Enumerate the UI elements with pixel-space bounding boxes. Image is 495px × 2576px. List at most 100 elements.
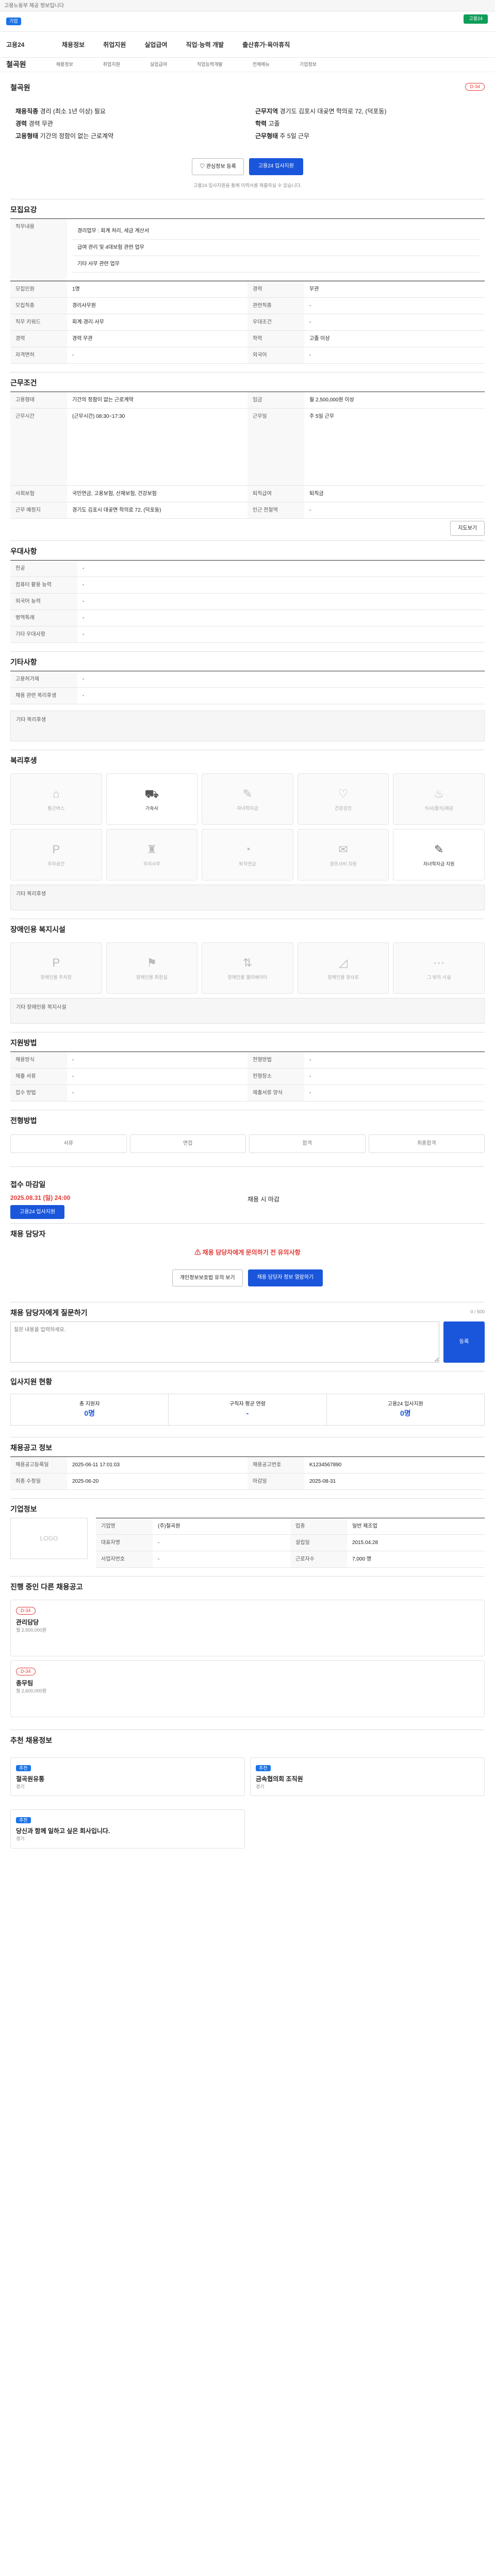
green-button[interactable]: 고용24 xyxy=(464,14,488,24)
kv-value: - xyxy=(67,1069,248,1085)
nav-item[interactable]: 직업·능력 개발 xyxy=(186,40,224,49)
kv-key: 컴퓨터 활용 능력 xyxy=(10,577,77,594)
section-title: 채용 담당자에게 질문하기 xyxy=(10,1308,88,1317)
kv-value: - xyxy=(77,561,485,577)
welfare-item: ⛟ 기숙사 xyxy=(106,773,198,825)
kv-value: 회계·경리·사무 xyxy=(67,314,248,331)
process-step: 최종합격 xyxy=(368,1134,485,1153)
kv-key: 전형장소 xyxy=(248,1068,304,1085)
recommend-card[interactable]: 추천 당신과 함께 일하고 싶은 회사입니다. 경기 xyxy=(10,1809,245,1849)
facility-item: P 장애인용 주차장 xyxy=(10,942,102,994)
sub-nav-item[interactable]: 기업정보 xyxy=(300,61,317,69)
welfare-note: 기타 복리후생 xyxy=(10,884,485,910)
section-title: 기타사항 xyxy=(10,657,37,666)
etc-icon: ⋯ xyxy=(433,956,445,970)
kv-value: - xyxy=(153,1535,290,1551)
stats-section: 입사지원 현황 총 지원자 0명 구직자 평균 연령 - 고용24 입사지원 0명 xyxy=(10,1371,485,1437)
search-tag[interactable]: 기업 xyxy=(6,17,21,26)
kv-value: 일반 제조업 xyxy=(347,1518,485,1535)
kv-value: 2025-06-20 xyxy=(67,1473,248,1490)
contact-section: 채용 담당자 ⚠ 채용 담당자에게 문의하기 전 유의사항 개인정보보호법 유의… xyxy=(10,1224,485,1302)
welfare-icon: ⌂ xyxy=(53,787,60,801)
nav-item[interactable]: 실업급여 xyxy=(144,40,167,49)
kv-key: 외국어 능력 xyxy=(10,593,77,610)
kv-key: 접수 방법 xyxy=(10,1084,67,1101)
nav-item[interactable]: 취업지원 xyxy=(103,40,126,49)
section-title: 진행 중인 다른 채용공고 xyxy=(10,1582,83,1591)
parking-icon: P xyxy=(52,956,60,970)
company-summary: 철곡원 D-34 채용직종 경리 (최소 1년 이상) 필요 근무지역 경기도 … xyxy=(10,72,485,199)
section-title: 추천 채용정보 xyxy=(10,1736,53,1744)
site-logo[interactable]: 고용24 xyxy=(6,40,43,49)
kv-value: - xyxy=(304,1085,485,1101)
recommend-card[interactable]: 추천 철곡원유통 경기 xyxy=(10,1757,245,1796)
apply-button[interactable]: 고용24 입사지원 xyxy=(249,158,303,175)
corp-section: 기업정보 LOGO 기업명 (주)철곡원 업종 일반 제조업 대표자명 - 설립일 2015… xyxy=(10,1499,485,1577)
welfare-icon: ✎ xyxy=(242,787,253,801)
kv-key: 퇴직급여 xyxy=(248,485,304,502)
sub-nav-item[interactable]: 직업능력개발 xyxy=(197,61,223,69)
summary-item: 경력 경력 무관 xyxy=(15,120,53,127)
kv-value: 2025-06-11 17:01:03 xyxy=(67,1457,248,1473)
company-home[interactable]: 철곡원 xyxy=(6,59,26,70)
sub-nav-item[interactable]: 취업지원 xyxy=(103,61,120,69)
sub-nav: 철곡원 채용정보 취업지원 실업급여 직업능력개발 전체메뉴 기업정보 xyxy=(0,58,495,72)
kv-value: - xyxy=(77,671,485,688)
kv-key: 자격면허 xyxy=(10,347,67,364)
section-title: 채용공고 정보 xyxy=(10,1443,53,1452)
etc-section: 기타사항 고용허가제 - 채용 관련 복리후생 - 기타 복리후생 xyxy=(10,652,485,750)
section-title: 장애인용 복지시설 xyxy=(10,925,65,934)
kv-value: - xyxy=(304,314,485,331)
comment-input[interactable] xyxy=(10,1321,439,1363)
kv-key: 임금 xyxy=(248,392,304,409)
comment-submit-button[interactable]: 등록 xyxy=(443,1321,485,1363)
kv-key: 근로자수 xyxy=(290,1551,347,1568)
kv-value: 1명 xyxy=(67,281,248,298)
welfare-item: ♨ 식사(중식)제공 xyxy=(393,773,485,825)
recommend-card[interactable]: 추천 금속협의회 조직원 경기 xyxy=(250,1757,485,1796)
kv-key: 우대조건 xyxy=(248,314,304,331)
nav-item[interactable]: 출산휴가·육아휴직 xyxy=(242,40,290,49)
restroom-icon: ⚑ xyxy=(146,956,157,970)
kv-value: 퇴직금 xyxy=(304,486,485,502)
kv-value: 2015.04.28 xyxy=(347,1535,485,1551)
info-section: 채용공고 정보 채용공고등록일 2025-06-11 17:01:03 채용공고번호… xyxy=(10,1437,485,1499)
kv-key: 채용 관련 복리후생 xyxy=(10,687,77,704)
kv-value: - xyxy=(304,298,485,314)
elevator-icon: ⇅ xyxy=(242,956,253,970)
deadline-status: 채용 시 마감 xyxy=(248,1195,279,1203)
apply-section: 지원방법 채용방식 - 전형방법 - 제출 서류 - 전형장소 - 접수 방법 - 제출서류 양… xyxy=(10,1032,485,1110)
privacy-button[interactable]: 개인정보보호법 유의 보기 xyxy=(172,1269,243,1286)
related-card[interactable]: D-34 관리담당 월 2,500,000원 xyxy=(10,1599,485,1656)
process-section: 전형방법 서류 면접 합격 최종합격 xyxy=(10,1110,485,1167)
apply-button[interactable]: 고용24 입사지원 xyxy=(10,1205,65,1219)
facility-item: ◿ 장애인용 경사로 xyxy=(297,942,389,994)
global-nav: 고용24 채용정보 취업지원 실업급여 직업·능력 개발 출산휴가·육아휴직 xyxy=(0,32,495,58)
sub-nav-item[interactable]: 채용정보 xyxy=(56,61,73,69)
kv-key: 사업자번호 xyxy=(96,1551,153,1568)
sub-nav-item[interactable]: 실업급여 xyxy=(150,61,167,69)
like-button[interactable]: ♡ 관심정보 등록 xyxy=(192,158,244,175)
nav-item[interactable]: 채용정보 xyxy=(62,40,85,49)
process-step: 서류 xyxy=(10,1134,127,1153)
kv-value: 국민연금, 고용보험, 산재보험, 건강보험 xyxy=(67,486,248,502)
kv-value: - xyxy=(304,502,485,519)
facility-item: ⇅ 장애인용 엘리베이터 xyxy=(202,942,293,994)
related-card[interactable]: D-34 총무팀 월 2,600,000원 xyxy=(10,1660,485,1717)
map-button[interactable]: 지도보기 xyxy=(450,520,485,536)
kv-key: 고용허가제 xyxy=(10,671,77,688)
kv-key: 업종 xyxy=(290,1518,347,1535)
kv-key: 전공 xyxy=(10,560,77,577)
contact-view-button[interactable]: 채용 담당자 정보 열람하기 xyxy=(248,1269,323,1286)
welfare-icon: ✉ xyxy=(338,843,348,856)
kv-key: 병역특례 xyxy=(10,609,77,626)
section-title: 입사지원 현황 xyxy=(10,1377,53,1386)
stat-item: 총 지원자 0명 xyxy=(11,1394,169,1425)
kv-value: - xyxy=(77,626,485,643)
apply-notice: 고용24 입사지원을 통해 이력서를 제출하실 수 있습니다. xyxy=(193,183,302,188)
sub-nav-item[interactable]: 전체메뉴 xyxy=(253,61,270,69)
welfare-icon: ♨ xyxy=(434,787,444,801)
kv-value: 기간의 정함이 없는 근로계약 xyxy=(67,392,248,409)
welfare-icon: ⛟ xyxy=(144,787,159,801)
company-name: 철곡원 xyxy=(10,83,30,92)
